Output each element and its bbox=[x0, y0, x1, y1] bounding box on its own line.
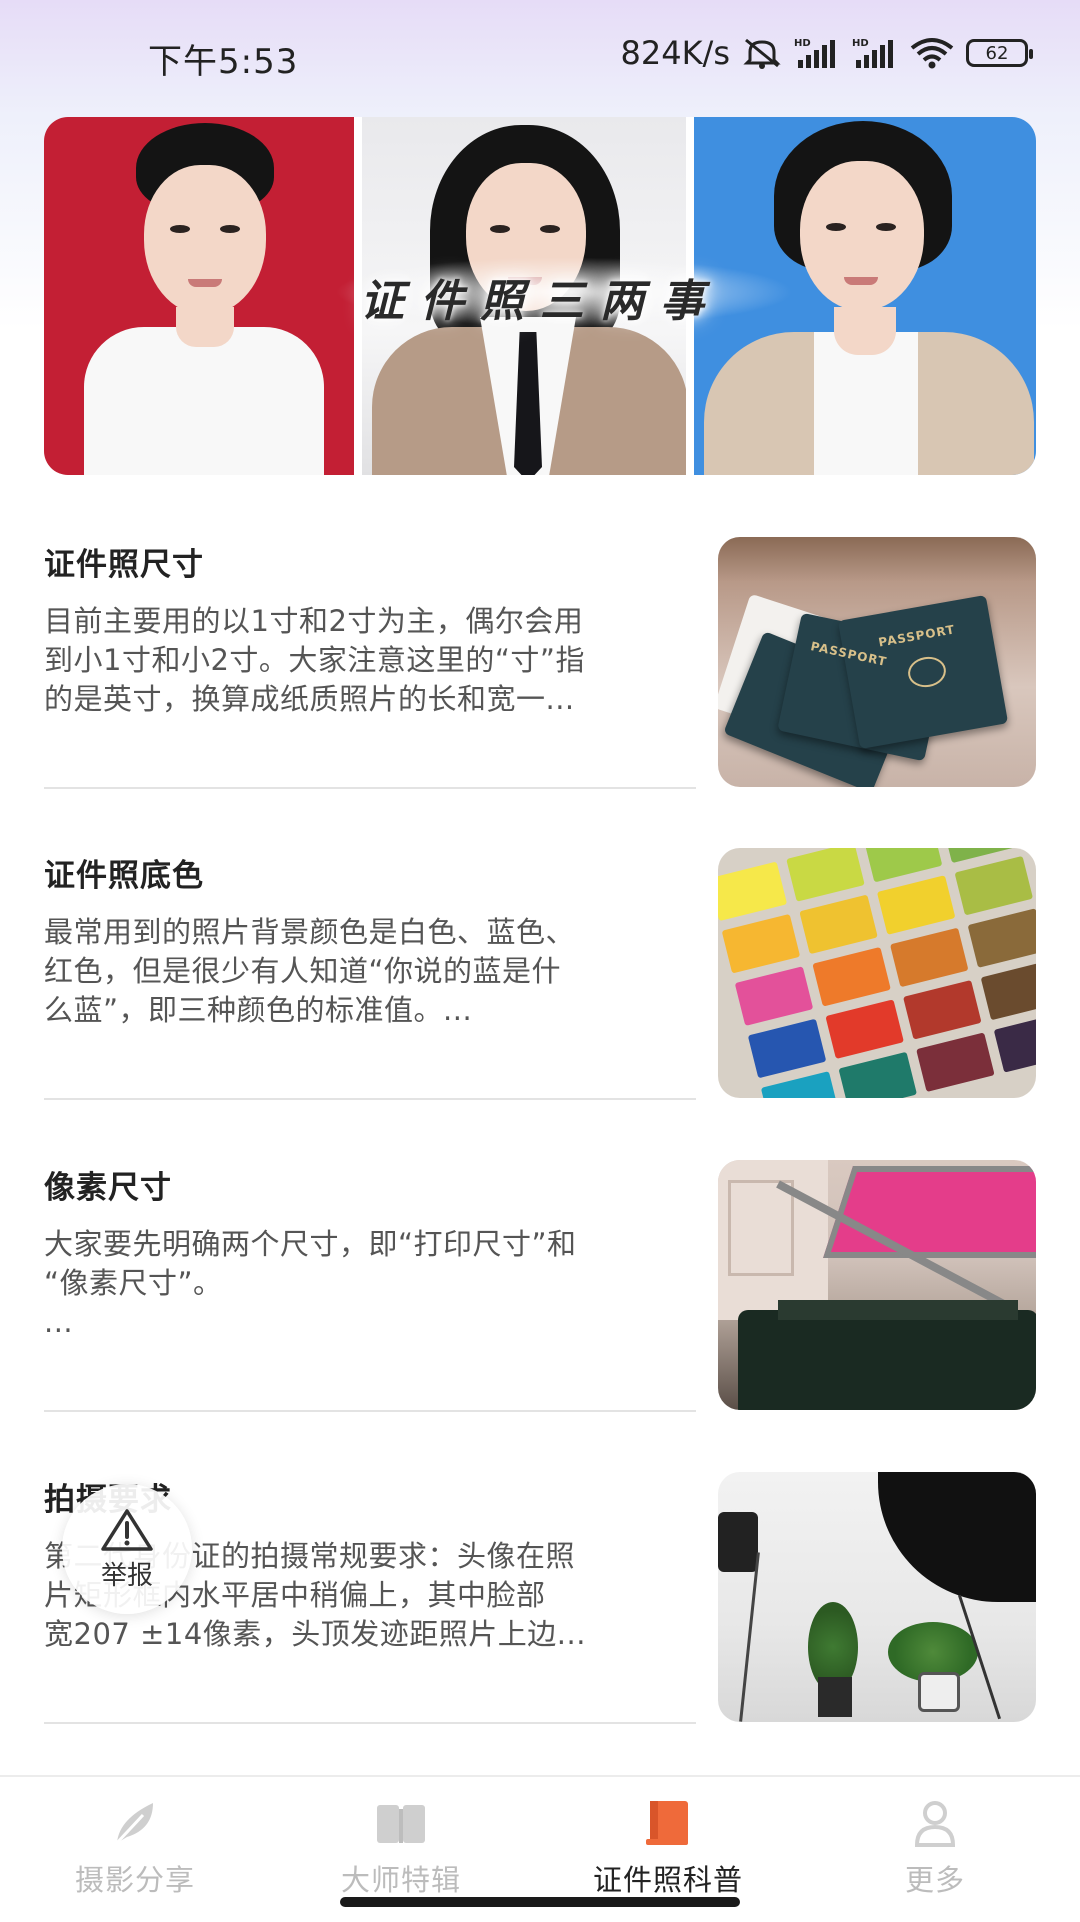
book-icon bbox=[377, 1805, 425, 1843]
tab-more[interactable]: 更多 bbox=[810, 1799, 1060, 1899]
article-title: 像素尺寸 bbox=[44, 1170, 172, 1206]
tab-photography-share[interactable]: 摄影分享 bbox=[10, 1799, 260, 1899]
battery-icon: 62 bbox=[966, 39, 1033, 67]
nav-label: 证件照科普 bbox=[592, 1863, 743, 1897]
printer-photo bbox=[718, 1160, 1036, 1410]
passport-photo: PASSPORT PASSPORT bbox=[718, 537, 1036, 787]
signal-hd-icon-2: HD bbox=[852, 38, 893, 68]
banner[interactable]: 证件照三两事 bbox=[44, 117, 1036, 475]
notebook-icon bbox=[646, 1801, 688, 1845]
banner-caption: 证件照三两事 bbox=[360, 276, 720, 327]
article-summary: 最常用到的照片背景颜色是白色、蓝色、 红色，但是很少有人知道“你说的蓝是什 么蓝… bbox=[44, 915, 576, 1027]
feather-icon bbox=[113, 1803, 153, 1847]
status-indicators: 824K/s HD HD 62 bbox=[620, 34, 1033, 72]
divider bbox=[44, 787, 696, 789]
article-card-size[interactable]: 证件照尺寸 目前主要用的以1寸和2寸为主，偶尔会用 到小1寸和小2寸。大家注意这… bbox=[44, 537, 1036, 787]
status-time: 下午5:53 bbox=[148, 42, 299, 82]
article-summary: 目前主要用的以1寸和2寸为主，偶尔会用 到小1寸和小2寸。大家注意这里的“寸”指… bbox=[44, 604, 585, 716]
tab-master-collection[interactable]: 大师特辑 bbox=[276, 1799, 526, 1899]
article-text: 证件照尺寸 目前主要用的以1寸和2寸为主，偶尔会用 到小1寸和小2寸。大家注意这… bbox=[44, 537, 694, 719]
color-swatches-photo bbox=[718, 848, 1036, 1098]
article-text: 像素尺寸 大家要先明确两个尺寸，即“打印尺寸”和 “像素尺寸”。 ... bbox=[44, 1160, 694, 1342]
nav-label: 更多 bbox=[904, 1863, 965, 1897]
studio-photo bbox=[718, 1472, 1036, 1722]
tab-id-photo-guide[interactable]: 证件照科普 bbox=[543, 1799, 793, 1899]
article-card-shooting-requirements[interactable]: 拍摄要求 第二代身份证的拍摄常规要求：头像在照 片矩形框内水平居中稍偏上，其中脸… bbox=[44, 1472, 1036, 1722]
divider bbox=[44, 1410, 696, 1412]
signal-hd-icon: HD bbox=[794, 38, 835, 68]
person-icon bbox=[914, 1801, 956, 1847]
article-card-background-color[interactable]: 证件照底色 最常用到的照片背景颜色是白色、蓝色、 红色，但是很少有人知道“你说的… bbox=[44, 848, 1036, 1098]
article-summary: 大家要先明确两个尺寸，即“打印尺寸”和 “像素尺寸”。 ... bbox=[44, 1227, 577, 1339]
article-text: 证件照底色 最常用到的照片背景颜色是白色、蓝色、 红色，但是很少有人知道“你说的… bbox=[44, 848, 694, 1030]
article-card-pixel-size[interactable]: 像素尺寸 大家要先明确两个尺寸，即“打印尺寸”和 “像素尺寸”。 ... bbox=[44, 1160, 1036, 1410]
warning-icon bbox=[101, 1508, 153, 1551]
wifi-icon bbox=[910, 38, 954, 69]
nav-label: 大师特辑 bbox=[340, 1863, 461, 1897]
home-indicator[interactable] bbox=[340, 1897, 740, 1907]
divider bbox=[44, 1098, 696, 1100]
mute-icon bbox=[743, 38, 781, 69]
nav-label: 摄影分享 bbox=[74, 1863, 195, 1897]
article-title: 证件照底色 bbox=[44, 858, 204, 894]
article-title: 证件照尺寸 bbox=[44, 547, 204, 583]
status-bar: 下午5:53 824K/s HD HD 62 bbox=[0, 0, 1080, 110]
battery-level: 62 bbox=[985, 42, 1009, 64]
svg-text:HD: HD bbox=[794, 38, 811, 49]
report-label: 举报 bbox=[100, 1560, 153, 1591]
svg-text:HD: HD bbox=[852, 38, 869, 49]
divider bbox=[44, 1722, 696, 1724]
network-speed: 824K/s bbox=[620, 34, 730, 72]
report-button[interactable]: 举报 bbox=[62, 1484, 192, 1614]
